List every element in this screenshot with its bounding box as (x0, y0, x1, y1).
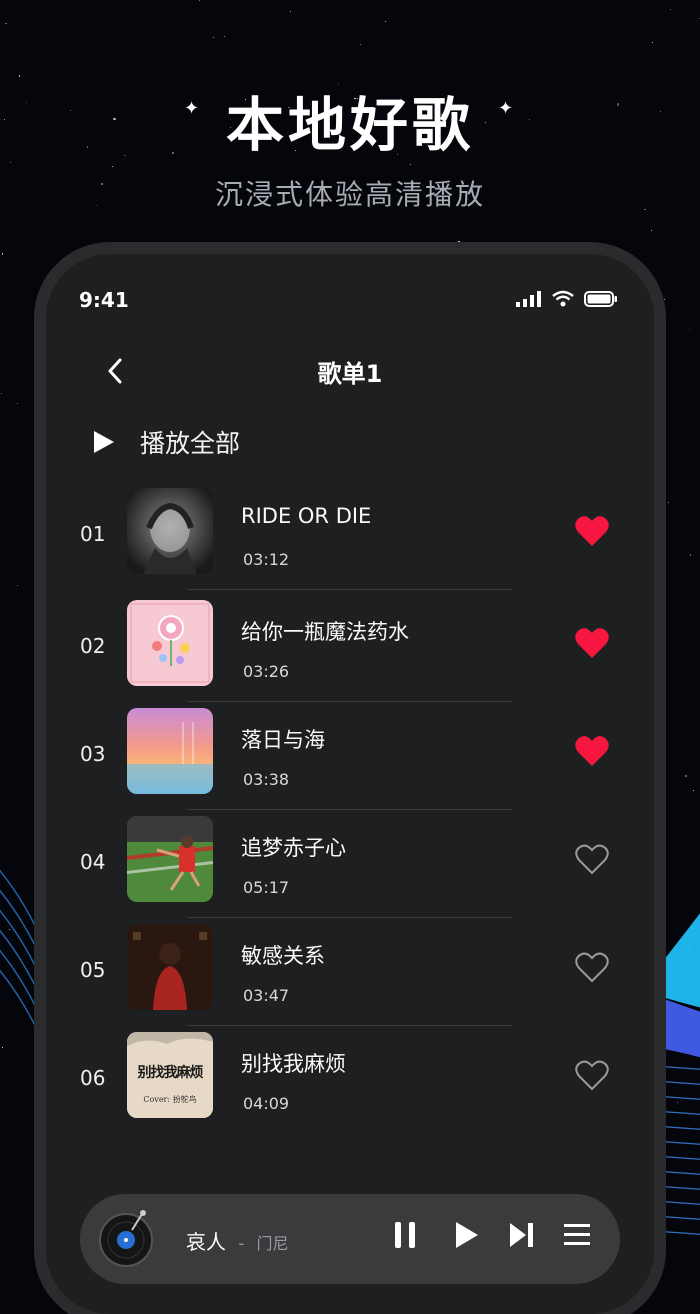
divider (187, 917, 512, 918)
star (212, 36, 214, 38)
cover-text: 别找我麻烦 (137, 1065, 204, 1081)
song-row[interactable]: 01 RIDE OR DIE 03:12 (46, 488, 654, 596)
star (360, 43, 362, 45)
heart-outline-icon[interactable] (574, 1058, 610, 1092)
song-index: 03 (80, 742, 106, 766)
page-title: 歌单1 (317, 360, 383, 388)
star (290, 10, 292, 12)
song-index: 06 (80, 1066, 106, 1090)
star (669, 8, 671, 10)
signal-icon (516, 291, 541, 307)
star (2, 253, 4, 255)
album-cover: 别找我麻烦 Cover: 扮鸵鸟 (127, 1032, 213, 1118)
next-track-icon[interactable] (506, 1220, 536, 1250)
wifi-icon (552, 290, 574, 307)
star (17, 584, 19, 587)
star (664, 298, 666, 300)
divider (187, 589, 512, 590)
star (223, 36, 226, 38)
play-all-button[interactable]: 播放全部 (94, 424, 240, 460)
star (1, 392, 3, 395)
star (458, 241, 460, 243)
star (16, 402, 19, 404)
song-index: 04 (80, 850, 106, 874)
song-duration: 03:12 (243, 550, 290, 569)
song-index: 01 (80, 522, 106, 546)
song-duration: 03:47 (243, 986, 290, 1005)
song-duration: 05:17 (243, 878, 290, 897)
song-row[interactable]: 03 落日与海 03:38 (46, 708, 654, 816)
sparkle-icon: ✦ (498, 98, 514, 119)
star (689, 554, 692, 556)
star (661, 443, 663, 445)
now-playing-info: 哀人 - 门尼 (186, 1226, 289, 1255)
song-row[interactable]: 06 别找我麻烦 Cover: 扮鸵鸟 别找我麻烦 04:09 (46, 1032, 654, 1140)
heart-outline-icon[interactable] (574, 950, 610, 984)
star (663, 475, 665, 477)
star (36, 347, 38, 349)
song-title: RIDE OR DIE (241, 504, 372, 528)
star (409, 164, 411, 166)
star (384, 20, 386, 22)
star (652, 41, 654, 44)
song-row[interactable]: 04 追梦赤子心 05:17 (46, 816, 654, 924)
heart-outline-icon[interactable] (574, 842, 610, 876)
song-index: 05 (80, 958, 106, 982)
song-title: 给你一瓶魔法药水 (241, 620, 409, 644)
star (650, 229, 652, 231)
star (692, 790, 695, 792)
song-index: 02 (80, 634, 106, 658)
song-title: 落日与海 (241, 728, 325, 752)
star (667, 502, 669, 504)
star (35, 1168, 37, 1170)
star (684, 774, 688, 778)
light-wave-decoration (0, 869, 50, 1061)
playlist-icon[interactable] (562, 1220, 592, 1250)
status-icons (516, 290, 618, 307)
song-row[interactable]: 05 敏感关系 03:47 (46, 924, 654, 1032)
divider (187, 809, 512, 810)
play-all-label: 播放全部 (140, 429, 241, 458)
star (112, 166, 114, 168)
star (198, 0, 200, 2)
divider (187, 701, 512, 702)
song-duration: 04:09 (243, 1094, 290, 1113)
divider (187, 1025, 512, 1026)
heart-filled-icon[interactable] (574, 734, 610, 768)
heart-filled-icon[interactable] (574, 514, 610, 548)
star (688, 329, 690, 331)
heart-filled-icon[interactable] (574, 626, 610, 660)
song-duration: 03:38 (243, 770, 290, 789)
hero-title: 本地好歌 (225, 91, 474, 159)
pause-icon[interactable] (390, 1220, 420, 1250)
hero-subtitle: 沉浸式体验高清播放 (214, 178, 485, 211)
song-title: 追梦赤子心 (241, 836, 346, 860)
phone-mockup: 9:41 歌单1 播放全部 01 RIDE OR DIE 03:12 02 给你… (46, 254, 654, 1314)
cover-credit: Cover: 扮鸵鸟 (143, 1095, 197, 1104)
now-playing-bar[interactable]: 哀人 - 门尼 (80, 1194, 620, 1284)
play-icon[interactable] (450, 1220, 480, 1250)
now-playing-title: 哀人 (186, 1230, 226, 1254)
status-time: 9:41 (79, 288, 129, 312)
song-duration: 03:26 (243, 662, 290, 681)
song-row[interactable]: 02 给你一瓶魔法药水 03:26 (46, 600, 654, 708)
battery-icon (584, 291, 617, 307)
song-title: 敏感关系 (241, 944, 325, 968)
album-cover (127, 488, 213, 574)
star (8, 928, 11, 930)
song-title: 别找我麻烦 (241, 1052, 346, 1076)
album-cover (127, 708, 213, 794)
album-cover (127, 600, 213, 686)
vinyl-disc-icon (99, 1210, 153, 1267)
star (19, 75, 21, 77)
star (485, 250, 487, 252)
play-icon (94, 431, 114, 453)
album-cover (127, 816, 213, 902)
album-cover (127, 924, 213, 1010)
star (5, 22, 7, 24)
